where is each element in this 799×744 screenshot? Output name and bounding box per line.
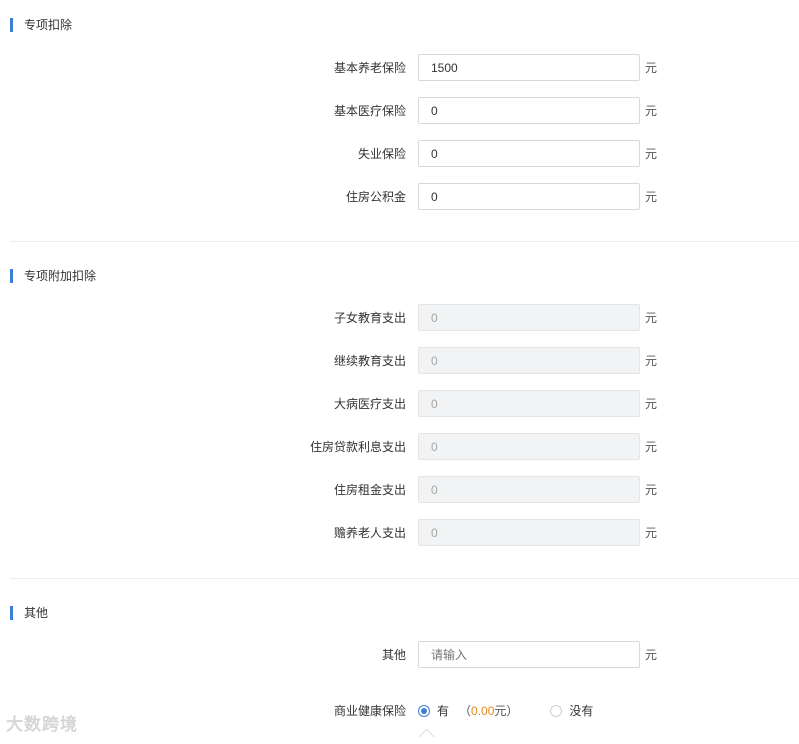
- form-row-medical: 基本医疗保险 元: [0, 97, 799, 125]
- section-title-text: 专项附加扣除: [24, 269, 97, 283]
- housing-fund-label: 住房公积金: [345, 190, 406, 204]
- section-title-text: 其他: [24, 606, 49, 620]
- form-row-continuing-education: 继续教育支出 元: [0, 347, 799, 375]
- section-accent-bar: [10, 606, 13, 620]
- unit-label: 元: [645, 311, 658, 325]
- insurance-amount-value: 0.00: [471, 704, 495, 718]
- form-row-other: 其他 元: [0, 641, 799, 669]
- child-education-input: [418, 304, 640, 331]
- pension-label: 基本养老保险: [333, 61, 406, 75]
- unit-label: 元: [645, 190, 658, 204]
- unit-label: 元: [645, 440, 658, 454]
- serious-illness-input: [418, 390, 640, 417]
- unit-label: 元: [645, 397, 658, 411]
- watermark-logo: 大数跨境: [6, 710, 78, 735]
- elderly-support-label: 赡养老人支出: [333, 526, 406, 540]
- form-row-elderly-support: 赡养老人支出 元: [0, 519, 799, 547]
- child-education-label: 子女教育支出: [333, 311, 406, 325]
- continuing-education-input: [418, 347, 640, 374]
- unemployment-input[interactable]: [418, 140, 640, 167]
- radio-no-option[interactable]: 没有: [550, 697, 593, 725]
- section-accent-bar: [10, 18, 13, 32]
- health-insurance-radio-group: 有 （0.00元） 没有: [418, 697, 593, 725]
- insurance-amount: （0.00元）: [459, 697, 518, 725]
- medical-insurance-input[interactable]: [418, 97, 640, 124]
- form-row-child-education: 子女教育支出 元: [0, 304, 799, 332]
- mortgage-interest-label: 住房贷款利息支出: [309, 440, 406, 454]
- unit-label: 元: [645, 104, 658, 118]
- section-accent-bar: [10, 269, 13, 283]
- unit-label: 元: [645, 61, 658, 75]
- unit-label: 元: [645, 526, 658, 540]
- rent-input: [418, 476, 640, 503]
- unit-label: 元: [645, 483, 658, 497]
- other-input[interactable]: [418, 641, 640, 668]
- form-row-rent: 住房租金支出 元: [0, 476, 799, 504]
- amount-unit: 元）: [494, 704, 519, 718]
- section-title-additional-deduction: 专项附加扣除: [10, 269, 96, 283]
- form-row-mortgage-interest: 住房贷款利息支出 元: [0, 433, 799, 461]
- health-insurance-label: 商业健康保险: [333, 704, 406, 718]
- mortgage-interest-input: [418, 433, 640, 460]
- serious-illness-label: 大病医疗支出: [333, 397, 406, 411]
- radio-no[interactable]: [550, 705, 563, 717]
- medical-insurance-label: 基本医疗保险: [333, 104, 406, 118]
- amount-open-paren: （: [459, 704, 472, 718]
- housing-fund-input[interactable]: [418, 183, 640, 210]
- elderly-support-input: [418, 519, 640, 546]
- radio-no-label[interactable]: 没有: [569, 697, 593, 725]
- radio-yes[interactable]: [418, 705, 430, 717]
- form-row-housing-fund: 住房公积金 元: [0, 183, 799, 211]
- section-title-other: 其他: [10, 606, 48, 620]
- radio-yes-label[interactable]: 有: [437, 697, 449, 725]
- rent-label: 住房租金支出: [333, 483, 406, 497]
- form-row-unemployment: 失业保险 元: [0, 140, 799, 168]
- form-row-health-insurance: 商业健康保险 有 （0.00元） 没有: [0, 697, 799, 725]
- other-label: 其他: [381, 648, 406, 662]
- unit-label: 元: [645, 648, 658, 662]
- form-row-serious-illness: 大病医疗支出 元: [0, 390, 799, 418]
- popover-caret: [418, 728, 435, 744]
- form-row-pension: 基本养老保险 元: [0, 54, 799, 82]
- unit-label: 元: [645, 147, 658, 161]
- section-title-text: 专项扣除: [24, 18, 73, 32]
- continuing-education-label: 继续教育支出: [333, 354, 406, 368]
- watermark-text: 大数跨境: [6, 715, 78, 734]
- section-divider: [10, 578, 799, 579]
- section-divider: [10, 241, 799, 242]
- section-title-special-deduction: 专项扣除: [10, 18, 72, 32]
- unemployment-label: 失业保险: [357, 147, 406, 161]
- unit-label: 元: [645, 354, 658, 368]
- pension-input[interactable]: [418, 54, 640, 81]
